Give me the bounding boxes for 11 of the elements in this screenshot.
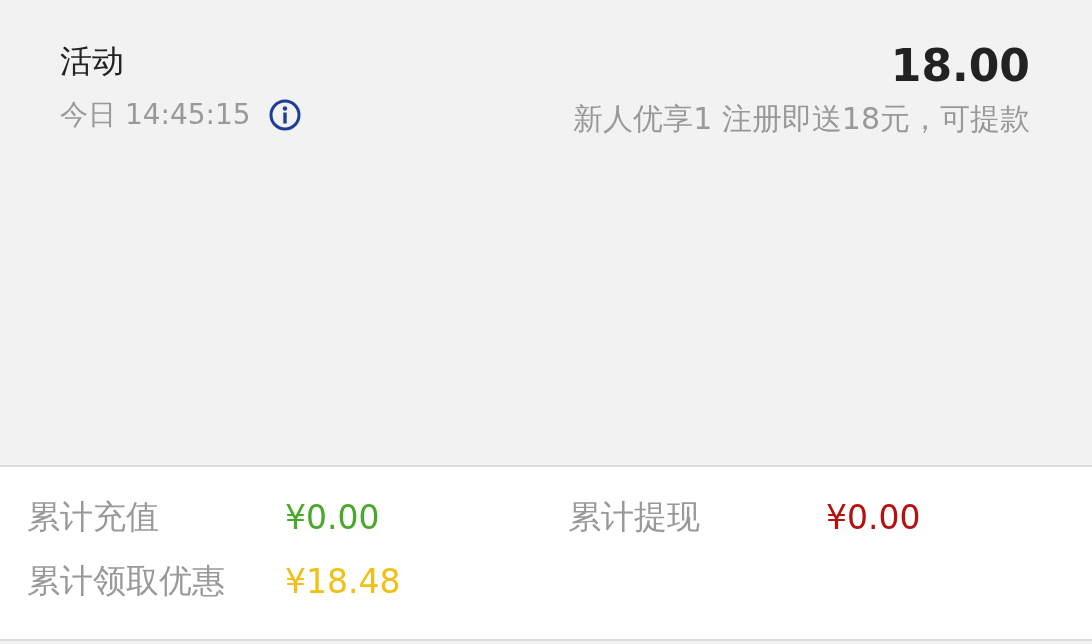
record-amount: 18.00 — [890, 40, 1030, 91]
record-description: 新人优享1 注册即送18元，可提款 — [573, 100, 1030, 138]
summary-value: ¥0.00 — [285, 497, 380, 537]
record-time: 今日 14:45:15 — [60, 97, 251, 133]
record-title: 活动 — [60, 41, 125, 82]
summary-label: 累计充值 — [27, 495, 159, 538]
summary-label: 累计领取优惠 — [27, 559, 225, 602]
summary-value: ¥0.00 — [826, 497, 921, 537]
info-icon[interactable] — [268, 99, 301, 131]
summary-label: 累计提现 — [568, 495, 700, 538]
summary-value: ¥18.48 — [285, 561, 401, 601]
